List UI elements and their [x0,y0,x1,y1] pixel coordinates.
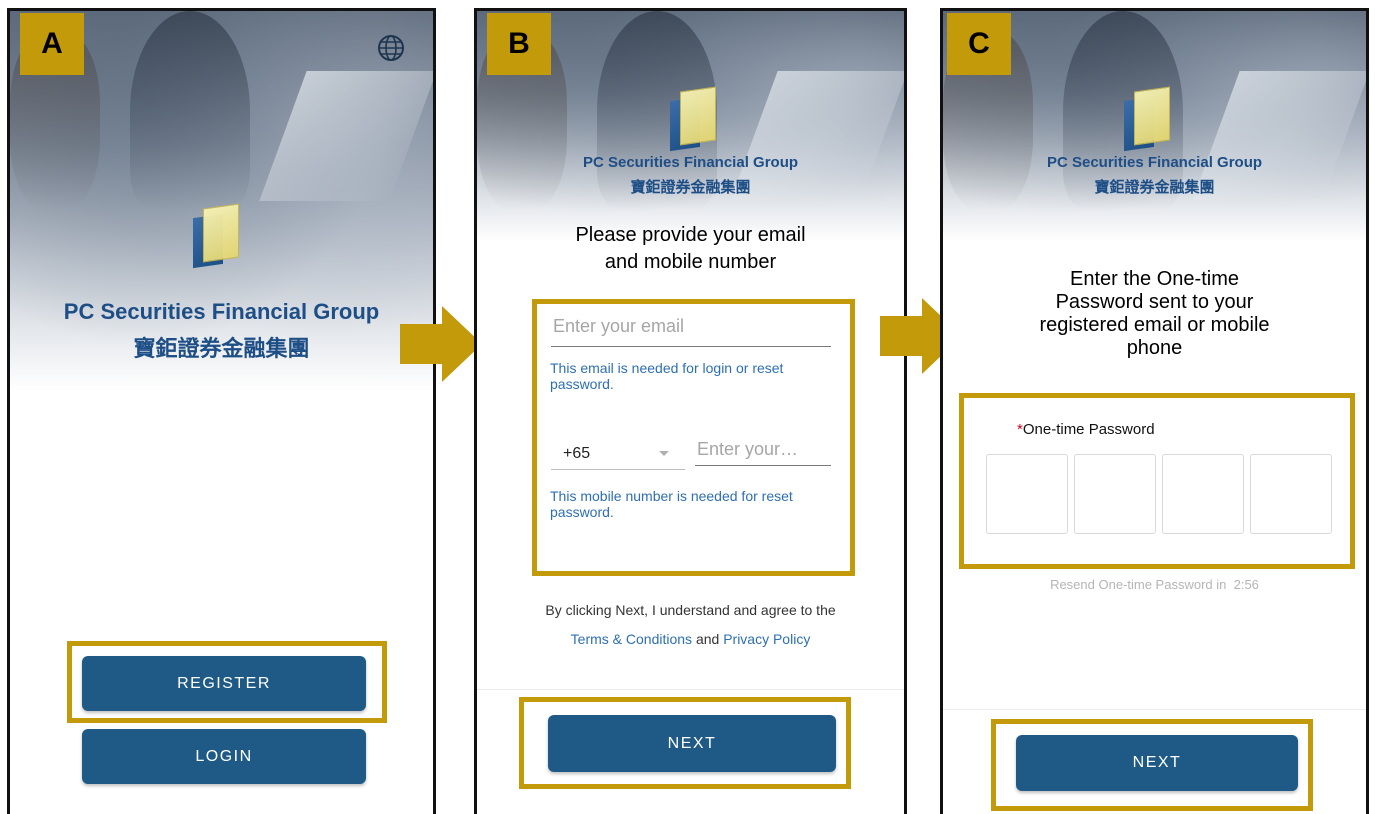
footer-divider [477,689,904,690]
globe-icon[interactable] [376,33,406,63]
login-button[interactable]: LOGIN [82,729,366,784]
chevron-down-icon [659,451,669,456]
next-button[interactable]: NEXT [1016,735,1298,791]
screen-b-contact-details: B PC Securities Financial Group 寶鉅證券金融集團… [474,8,907,814]
terms-link[interactable]: Terms & Conditions [571,631,692,647]
footer-divider [943,709,1366,710]
brand-name-english: PC Securities Financial Group [63,299,380,324]
company-logo [670,86,718,159]
privacy-link[interactable]: Privacy Policy [723,631,810,647]
otp-heading-line4: phone [1126,337,1183,359]
and-text: and [695,631,720,647]
country-code-value: +65 [563,445,591,462]
brand-name-english: PC Securities Financial Group [582,154,799,171]
brand-name-chinese: 寶鉅證券金融集團 [630,179,751,196]
otp-digit-4[interactable] [1250,454,1332,534]
brand-name-chinese: 寶鉅證券金融集團 [1094,179,1215,196]
mobile-hint: This mobile number is needed for reset p… [550,488,793,520]
step-label-b: B [487,13,551,75]
otp-heading-line3: registered email or mobile [1039,314,1270,336]
country-code-select[interactable]: +65 [551,443,685,469]
otp-heading-line1: Enter the One-time [1070,268,1239,290]
register-button[interactable]: REGISTER [82,656,366,711]
form-heading-line2: and mobile number [604,251,777,273]
brand-name-chinese: 寶鉅證券金融集團 [133,336,310,361]
otp-digit-1[interactable] [986,454,1068,534]
otp-digit-3[interactable] [1162,454,1244,534]
company-logo [1124,86,1172,159]
resend-text: Resend One-time Password in [1050,577,1227,592]
company-logo [193,203,241,276]
otp-label: *One-time Password [1017,421,1155,438]
email-underline [551,346,831,347]
resend-timer: 2:56 [1233,577,1259,592]
mobile-underline [695,465,831,466]
otp-heading-line2: Password sent to your [1055,291,1254,313]
step-label-c: C [947,13,1011,75]
form-heading-line1: Please provide your email [575,224,806,246]
resend-otp[interactable]: Resend One-time Password in 2:56 [943,577,1366,592]
country-code-underline [551,469,685,470]
otp-digit-2[interactable] [1074,454,1156,534]
email-hint: This email is needed for login or reset … [550,360,784,392]
arrow-right-icon [400,306,484,382]
agreement-text: By clicking Next, I understand and agree… [545,602,836,618]
brand-name-english: PC Securities Financial Group [1046,154,1263,171]
agreement-links: Terms & Conditions and Privacy Policy [477,631,904,647]
step-label-a: A [20,13,84,75]
email-input[interactable]: Enter your email [553,316,828,346]
next-button[interactable]: NEXT [548,715,836,772]
screen-a-welcome: A PC Securities Financial Group 寶鉅證券金融集團… [7,8,436,814]
screen-c-otp: C PC Securities Financial Group 寶鉅證券金融集團… [940,8,1369,814]
otp-label-text: One-time Password [1022,421,1155,438]
